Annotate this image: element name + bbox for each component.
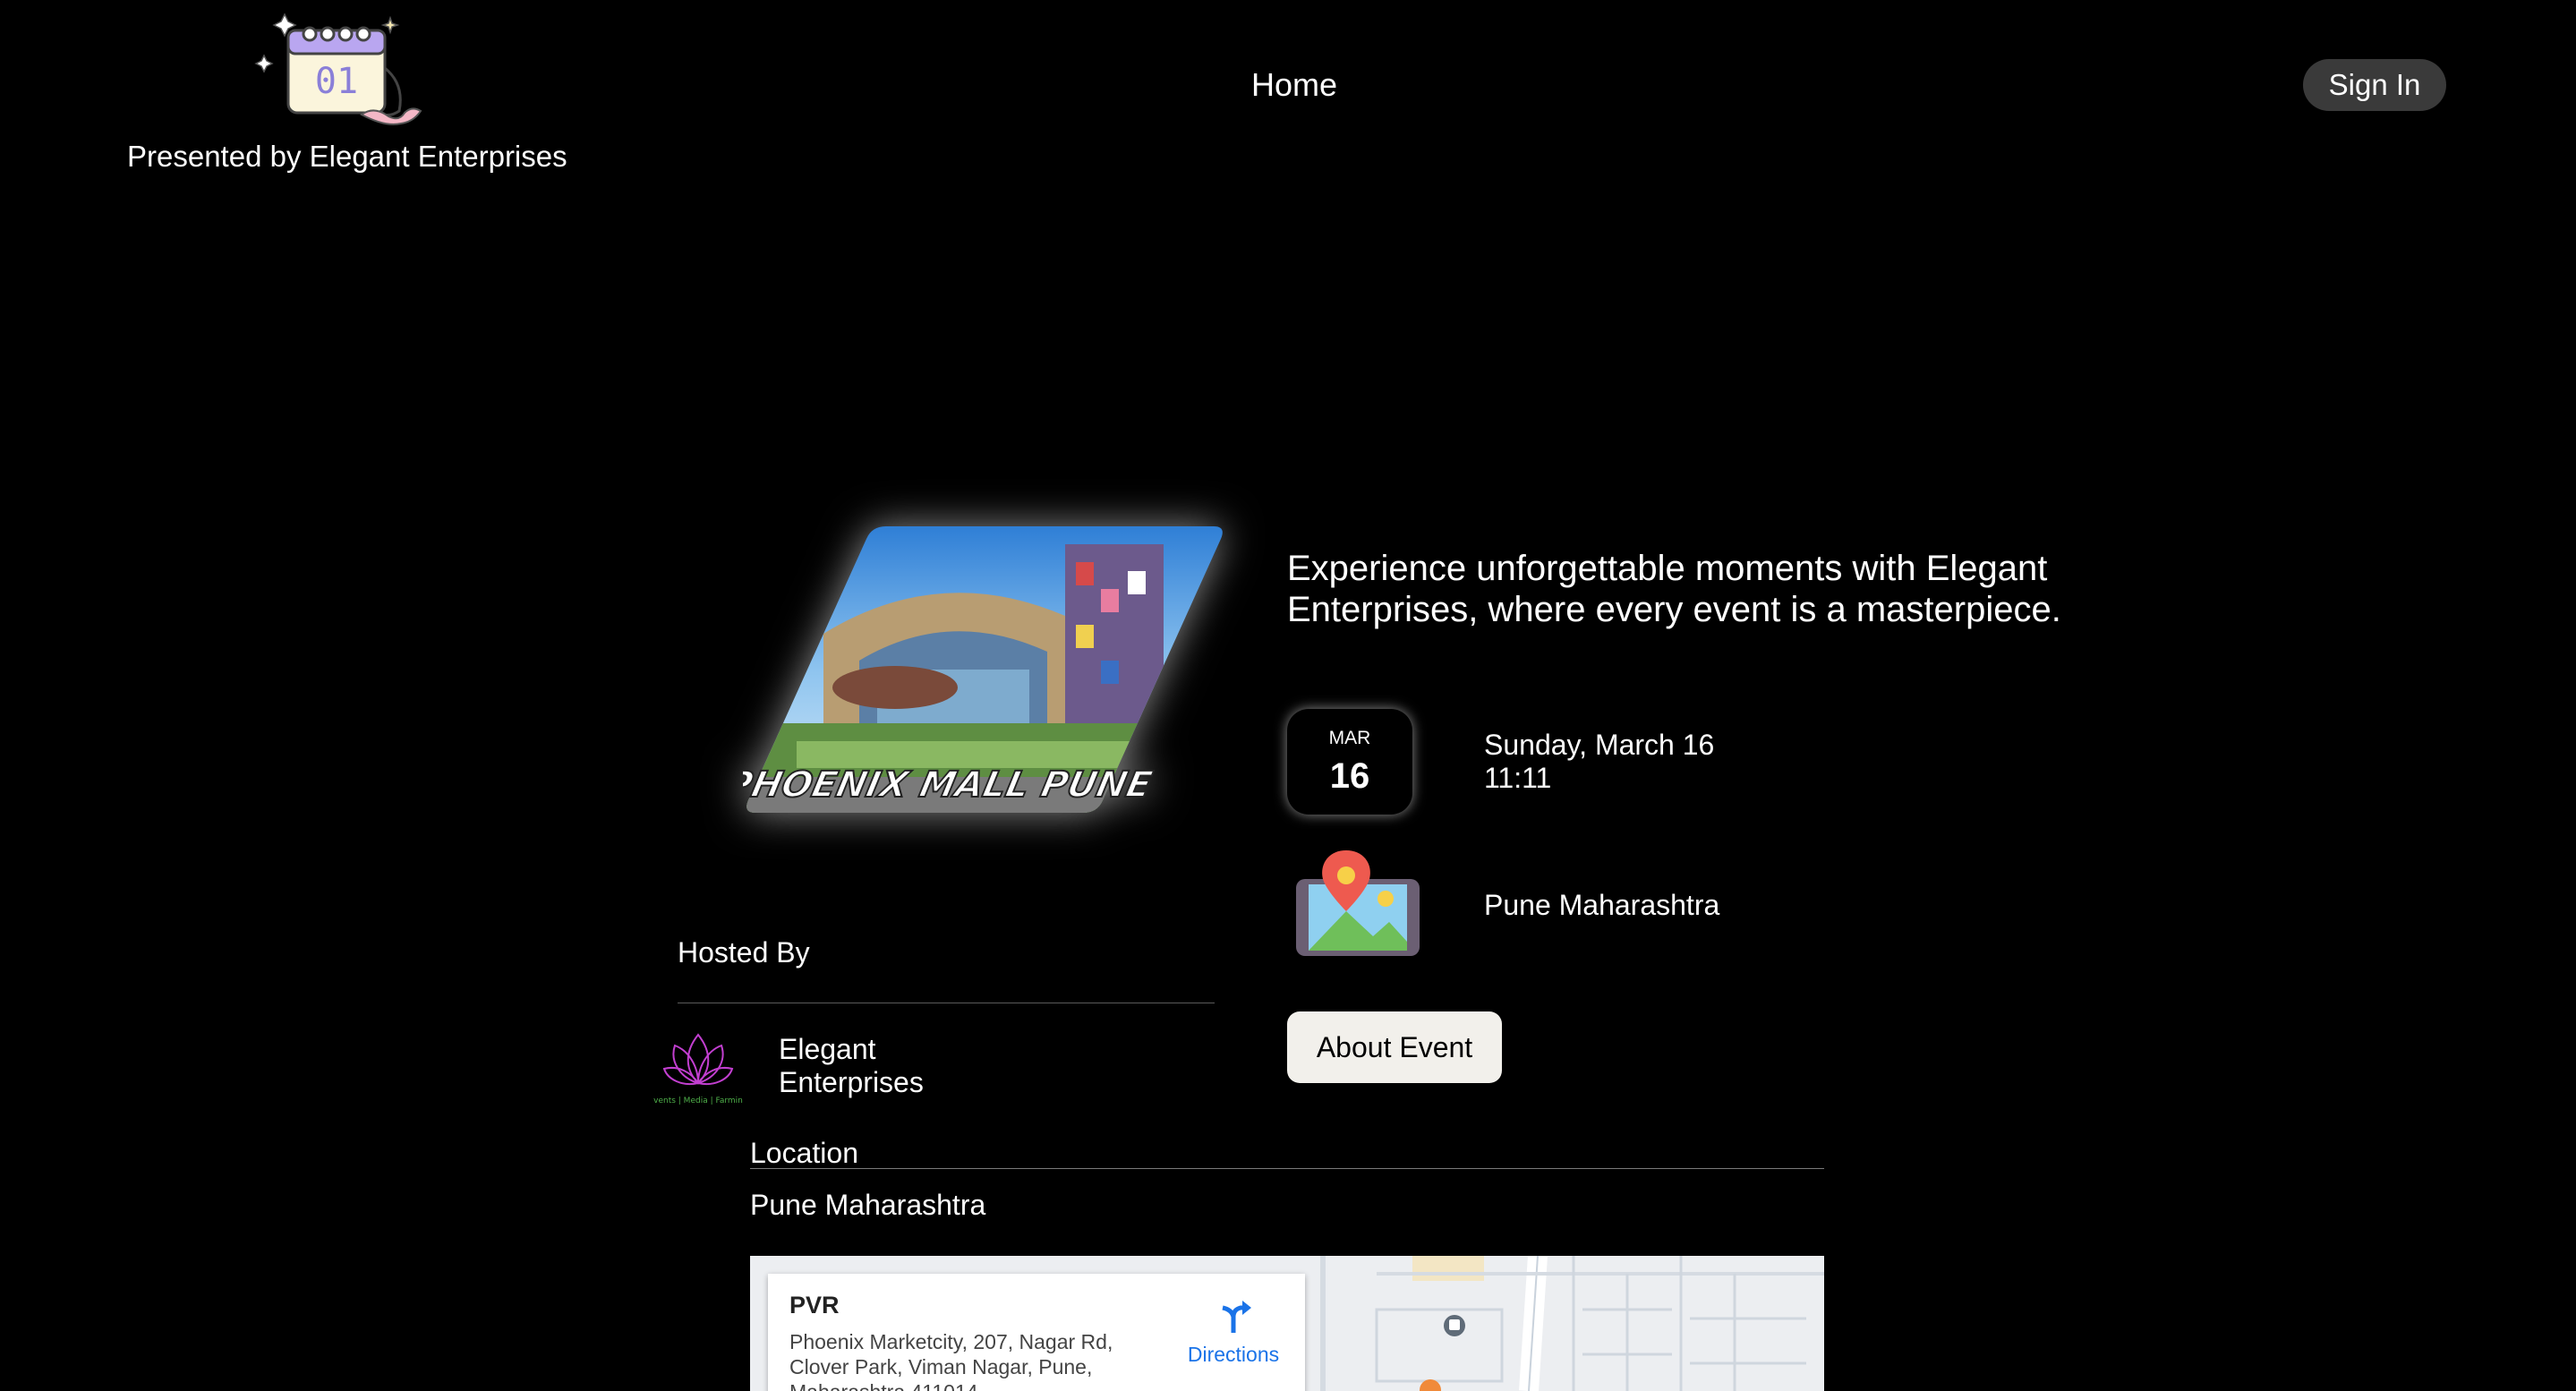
nav-home-link[interactable]: Home: [1251, 66, 1337, 104]
event-time: 11:11: [1484, 762, 1552, 794]
event-date: Sunday, March 16: [1484, 729, 1715, 761]
map-place-card: PVR Phoenix Marketcity, 207, Nagar Rd, C…: [768, 1274, 1305, 1391]
map-pin-icon: [1292, 849, 1423, 960]
event-location: Pune Maharashtra: [1484, 889, 1720, 921]
sign-in-button[interactable]: Sign In: [2303, 59, 2446, 111]
svg-text:01: 01: [315, 61, 358, 102]
map-place-address: Phoenix Marketcity, 207, Nagar Rd, Clove…: [789, 1330, 1113, 1391]
svg-text:Events | Media | Farming: Events | Media | Farming: [653, 1097, 743, 1105]
date-badge: MAR 16: [1287, 709, 1412, 815]
hosted-by-heading: Hosted By: [678, 936, 810, 969]
location-value: Pune Maharashtra: [750, 1189, 986, 1221]
directions-icon: [1222, 1301, 1251, 1333]
divider: [750, 1168, 1824, 1169]
host-name-line-2: Enterprises: [779, 1066, 924, 1098]
host-name: Elegant Enterprises: [779, 1033, 924, 1099]
svg-text:PHOENIX MALL PUNE: PHOENIX MALL PUNE: [743, 763, 1156, 805]
calendar-logo-icon[interactable]: 01: [254, 5, 424, 129]
presented-by-text: Presented by Elegant Enterprises: [127, 140, 567, 173]
location-heading: Location: [750, 1137, 858, 1169]
event-poster-image: PHOENIX MALL PUNE: [743, 526, 1226, 813]
host-name-line-1: Elegant: [779, 1033, 876, 1065]
event-tagline: Experience unforgettable moments with El…: [1287, 549, 2061, 629]
map-place-name: PVR: [789, 1292, 840, 1318]
date-month: MAR: [1328, 727, 1371, 748]
directions-button[interactable]: Directions: [1171, 1297, 1296, 1367]
event-datetime: Sunday, March 16 11:11: [1484, 729, 1714, 795]
embedded-map[interactable]: PVR Phoenix Marketcity, 207, Nagar Rd, C…: [750, 1256, 1824, 1391]
date-day: 16: [1329, 755, 1370, 796]
directions-label[interactable]: Directions: [1171, 1343, 1296, 1367]
host-logo-icon: Events | Media | Farming: [648, 1020, 748, 1110]
about-event-button[interactable]: About Event: [1287, 1011, 1502, 1083]
